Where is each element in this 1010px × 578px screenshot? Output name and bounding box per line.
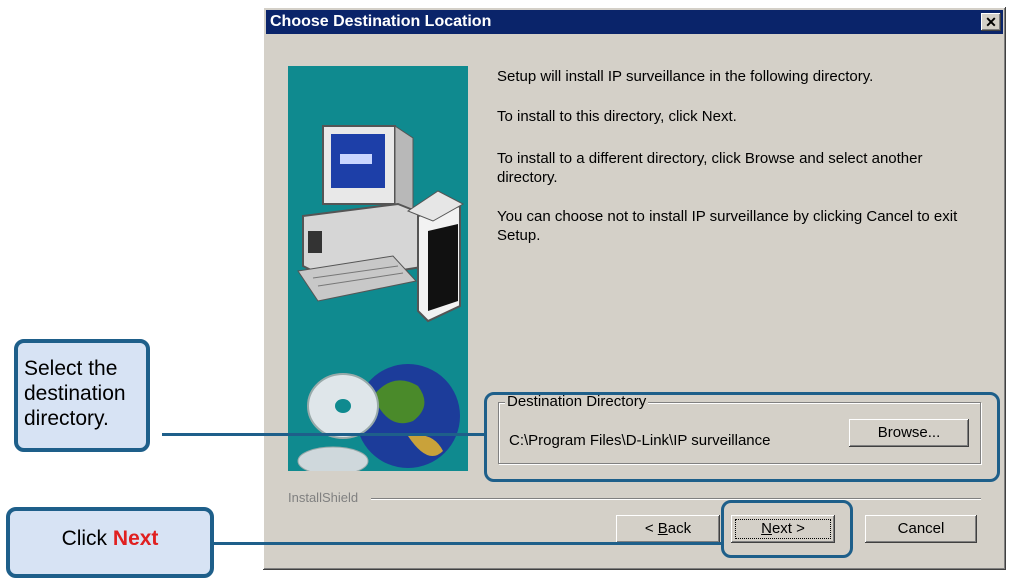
next-callout-emphasis: Next xyxy=(112,527,159,550)
close-icon: ✕ xyxy=(985,14,997,30)
directory-callout: Select the destination directory. xyxy=(14,339,150,452)
cd-icon xyxy=(297,373,379,471)
back-prefix: < xyxy=(644,520,658,537)
back-suffix: ack xyxy=(667,520,692,537)
close-button[interactable]: ✕ xyxy=(981,13,1001,31)
message-cancel: You can choose not to install IP surveil… xyxy=(497,208,958,244)
directory-callout-text: Select the destination directory. xyxy=(24,357,126,430)
next-callout: Click Next xyxy=(6,507,214,578)
setup-dialog: Choose Destination Location ✕ Setup will… xyxy=(263,7,1006,570)
back-button[interactable]: < Back xyxy=(616,515,720,543)
setup-illustration xyxy=(288,66,468,471)
directory-connector xyxy=(162,433,486,436)
next-highlight xyxy=(721,500,853,558)
next-connector xyxy=(208,542,722,545)
message-next: To install to this directory, click Next… xyxy=(497,108,737,125)
computer-icon xyxy=(297,125,465,323)
back-mnemonic: B xyxy=(657,520,668,537)
title-bar: Choose Destination Location ✕ xyxy=(266,10,1003,34)
message-intro: Setup will install IP surveillance in th… xyxy=(497,68,874,85)
cancel-label: Cancel xyxy=(897,520,945,537)
next-callout-prefix: Click xyxy=(61,527,113,550)
installshield-label: InstallShield xyxy=(288,490,359,505)
dialog-title: Choose Destination Location xyxy=(270,13,492,30)
cancel-button[interactable]: Cancel xyxy=(865,515,977,543)
separator xyxy=(371,498,981,500)
destination-highlight xyxy=(484,392,1000,482)
message-browse: To install to a different directory, cli… xyxy=(497,150,923,186)
